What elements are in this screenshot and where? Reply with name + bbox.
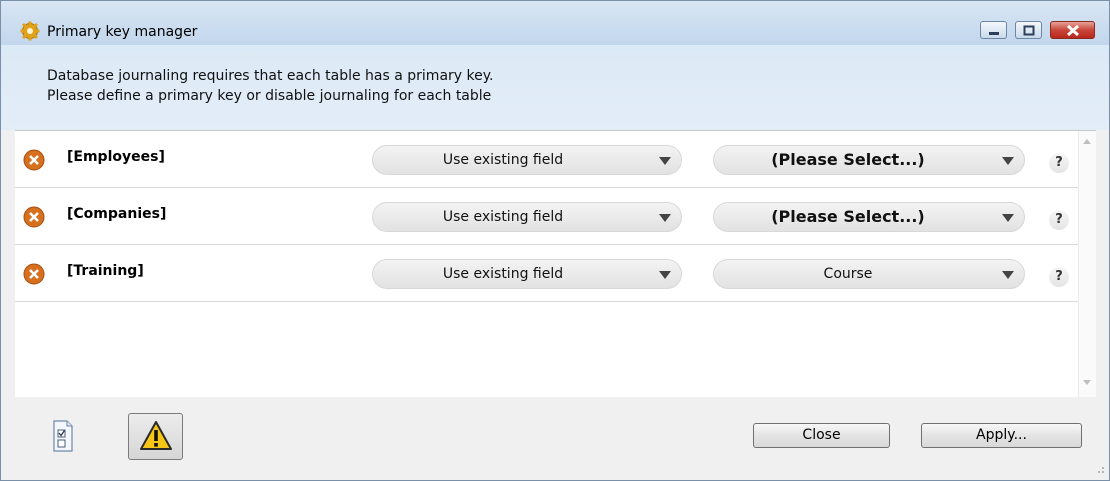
window-close-button[interactable] [1050, 21, 1095, 39]
table-list: [Employees] Use existing field (Please S… [15, 130, 1096, 398]
key-field-select[interactable]: (Please Select...) [713, 145, 1025, 175]
table-name: [Employees] [67, 149, 165, 165]
footer-bar: Close Apply... [1, 397, 1109, 480]
table-name: [Companies] [67, 206, 167, 222]
key-mode-value: Use existing field [442, 152, 564, 168]
table-row: [Companies] Use existing field (Please S… [15, 188, 1096, 245]
key-field-select[interactable]: Course [713, 259, 1025, 289]
scroll-up-arrow-icon[interactable] [1083, 139, 1091, 144]
close-icon [1066, 24, 1080, 37]
gear-icon [20, 21, 40, 41]
help-button[interactable]: ? [1049, 267, 1069, 287]
message-line-2: Please define a primary key or disable j… [47, 88, 492, 104]
minimize-button[interactable] [980, 21, 1007, 39]
maximize-icon [1023, 25, 1035, 36]
table-row: [Training] Use existing field Course ? [15, 245, 1096, 302]
close-button[interactable]: Close [753, 423, 890, 448]
resize-grip-icon[interactable] [1095, 464, 1105, 474]
chevron-down-icon [659, 214, 671, 222]
key-mode-value: Use existing field [442, 266, 564, 282]
chevron-down-icon [1002, 271, 1014, 279]
error-icon [23, 263, 45, 285]
key-mode-value: Use existing field [442, 209, 564, 225]
table-row: [Employees] Use existing field (Please S… [15, 131, 1096, 188]
vertical-scrollbar[interactable] [1078, 131, 1096, 397]
apply-button[interactable]: Apply... [921, 423, 1082, 448]
key-field-value: (Please Select...) [771, 207, 925, 226]
warnings-toggle-button[interactable] [128, 413, 183, 460]
key-mode-select[interactable]: Use existing field [372, 259, 682, 289]
table-name: [Training] [67, 263, 144, 279]
checklist-icon[interactable] [52, 420, 74, 452]
primary-key-manager-window: Primary key manager Database journaling … [0, 0, 1110, 481]
key-mode-select[interactable]: Use existing field [372, 202, 682, 232]
key-mode-select[interactable]: Use existing field [372, 145, 682, 175]
maximize-button[interactable] [1015, 21, 1042, 39]
key-field-select[interactable]: (Please Select...) [713, 202, 1025, 232]
error-icon [23, 206, 45, 228]
warning-icon [140, 421, 172, 450]
chevron-down-icon [659, 157, 671, 165]
message-line-1: Database journaling requires that each t… [47, 68, 494, 84]
help-button[interactable]: ? [1049, 210, 1069, 230]
title-bar[interactable]: Primary key manager [1, 1, 1109, 45]
scroll-down-arrow-icon[interactable] [1083, 380, 1091, 385]
chevron-down-icon [1002, 157, 1014, 165]
chevron-down-icon [1002, 214, 1014, 222]
minimize-icon [989, 32, 999, 35]
error-icon [23, 149, 45, 171]
help-button[interactable]: ? [1049, 153, 1069, 173]
chevron-down-icon [659, 271, 671, 279]
header-message: Database journaling requires that each t… [1, 45, 1109, 130]
window-title: Primary key manager [47, 24, 198, 40]
key-field-value: Course [823, 266, 873, 282]
key-field-value: (Please Select...) [771, 150, 925, 169]
